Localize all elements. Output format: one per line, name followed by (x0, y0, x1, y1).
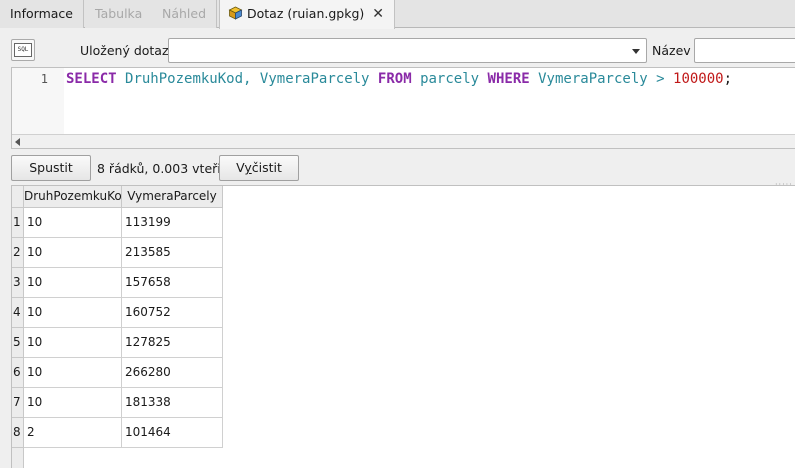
clear-button[interactable]: Vyčistit (219, 155, 299, 181)
table-cell[interactable]: 266280 (122, 358, 223, 388)
table-cell[interactable]: 10 (24, 208, 122, 238)
close-icon[interactable]: ✕ (372, 1, 384, 28)
saved-query-label: Uložený dotaz (80, 43, 169, 58)
clear-label-rest: čistit (251, 160, 282, 175)
row-header[interactable]: 1 (12, 208, 24, 238)
ident-col1: DruhPozemkuKod (125, 71, 244, 87)
line-number: 1 (40, 72, 48, 86)
line-number-gutter: 1 (12, 68, 64, 134)
row-header[interactable]: 5 (12, 328, 24, 358)
results-table[interactable]: DruhPozemkuKod VymeraParcely 1 10 113199… (11, 185, 795, 468)
ident-col3: VymeraParcely (538, 71, 648, 87)
punct-comma: , (243, 71, 252, 87)
query-icon (228, 2, 243, 20)
table-cell[interactable]: 10 (24, 238, 122, 268)
table-cell[interactable]: 160752 (122, 298, 223, 328)
table-cell[interactable]: 10 (24, 268, 122, 298)
sql-code[interactable]: SELECT DruhPozemkuKod, VymeraParcely FRO… (66, 70, 732, 88)
tab-dotaz[interactable]: Dotaz (ruian.gpkg) ✕ (219, 0, 395, 29)
table-cell[interactable]: 10 (24, 388, 122, 418)
kw-select: SELECT (66, 71, 117, 87)
clear-label-mnemonic: y (244, 160, 252, 175)
table-cell[interactable]: 10 (24, 358, 122, 388)
name-label: Název (652, 43, 691, 58)
table-cell[interactable]: 10 (24, 298, 122, 328)
tab-bar: Informace Tabulka Náhled Dotaz (ruian.gp… (0, 0, 795, 29)
table-cell[interactable]: 101464 (122, 418, 223, 448)
row-header[interactable]: 6 (12, 358, 24, 388)
table-cell[interactable]: 113199 (122, 208, 223, 238)
op-gt: > (656, 71, 665, 87)
kw-where: WHERE (487, 71, 530, 87)
row-header[interactable]: 4 (12, 298, 24, 328)
punct-semicolon: ; (723, 71, 733, 87)
table-cell[interactable]: 157658 (122, 268, 223, 298)
status-text: 8 řádků, 0.003 vteřin (97, 161, 229, 176)
tab-nahled[interactable]: Náhled (152, 0, 218, 28)
row-header[interactable]: 7 (12, 388, 24, 418)
row-header[interactable]: 2 (12, 238, 24, 268)
table-cell[interactable]: 127825 (122, 328, 223, 358)
table-cell[interactable]: 10 (24, 328, 122, 358)
chevron-down-icon[interactable] (632, 49, 640, 54)
sql-button[interactable]: SQL (11, 39, 35, 61)
table-cell[interactable]: 181338 (122, 388, 223, 418)
row-header-filler (12, 448, 24, 468)
horizontal-scrollbar[interactable] (12, 134, 795, 148)
sql-icon: SQL (14, 43, 32, 57)
sql-editor[interactable]: 1 SELECT DruhPozemkuKod, VymeraParcely F… (11, 67, 795, 149)
table-cell[interactable]: 213585 (122, 238, 223, 268)
chevron-left-icon[interactable] (15, 138, 20, 146)
tab-informace[interactable]: Informace (0, 0, 84, 28)
row-header[interactable]: 8 (12, 418, 24, 448)
column-header[interactable]: VymeraParcely (122, 186, 223, 208)
saved-query-combo[interactable] (168, 38, 647, 63)
row-header[interactable]: 3 (12, 268, 24, 298)
kw-from: FROM (377, 71, 412, 87)
ident-table: parcely (420, 71, 480, 87)
literal-value: 100000 (673, 71, 724, 87)
table-cell[interactable]: 2 (24, 418, 122, 448)
column-header[interactable]: DruhPozemkuKod (24, 186, 122, 208)
tab-tabulka[interactable]: Tabulka (85, 0, 154, 28)
table-corner[interactable] (12, 186, 24, 208)
ident-col2: VymeraParcely (259, 71, 370, 87)
name-input[interactable] (694, 38, 795, 63)
tab-dotaz-label: Dotaz (ruian.gpkg) (247, 6, 365, 21)
run-button[interactable]: Spustit (11, 155, 91, 181)
